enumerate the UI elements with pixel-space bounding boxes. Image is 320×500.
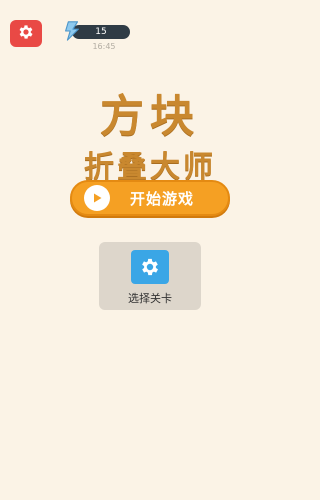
settings-button[interactable] <box>10 20 42 47</box>
gear-icon <box>17 23 35 45</box>
game-title: 方块 <box>100 91 200 142</box>
level-gear-icon <box>131 250 169 284</box>
energy-timer: 16:45 <box>92 42 116 51</box>
select-level-label: 选择关卡 <box>128 292 172 305</box>
start-game-label: 开始游戏 <box>129 189 194 208</box>
play-icon <box>84 185 110 211</box>
lightning-icon <box>61 20 83 42</box>
select-level-button[interactable]: 选择关卡 <box>99 242 201 310</box>
start-game-button[interactable]: 开始游戏 <box>70 180 230 216</box>
